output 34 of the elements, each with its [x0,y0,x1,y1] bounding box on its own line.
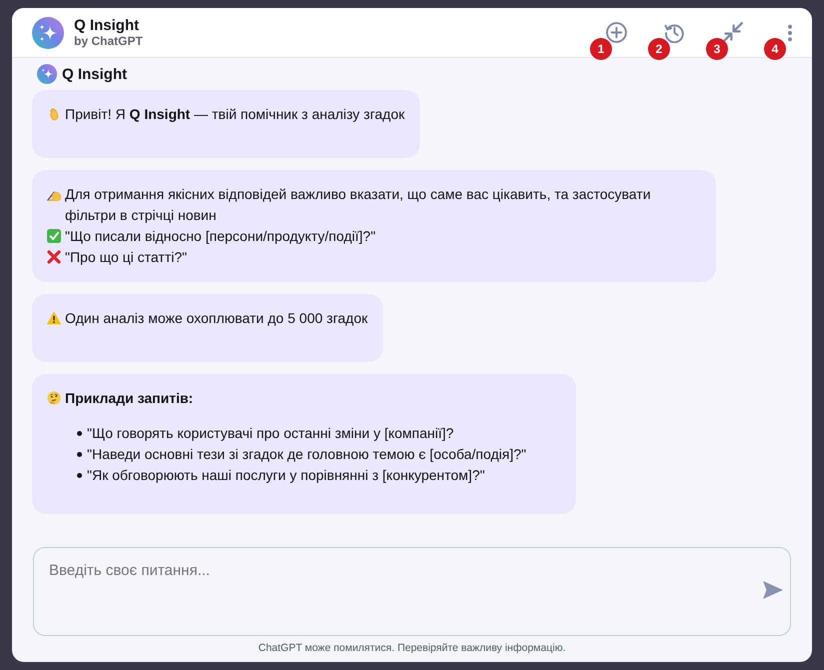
message-text: Для отримання якісних відповідей важливо вказати, що саме вас цікавить, та застосувати фільтри в стрічці новин [65,185,652,225]
app-subtitle: by ChatGPT [74,34,143,48]
check-mark-icon [47,229,61,243]
send-icon [763,581,783,599]
logo-icon [37,64,57,84]
message-text: Приклади запитів: [65,389,194,408]
bullet-icon [77,473,82,478]
callout-marker: 3 [706,38,728,60]
bullet-icon [77,431,82,436]
app-title: Q Insight [74,18,140,34]
example-query: "Як обговорюють наші послуги у порівнянні з [конкурентом]?" [87,466,485,485]
collapse-arrows-icon [722,22,742,43]
callout-marker: 2 [648,38,670,60]
callout-marker: 1 [590,38,612,60]
message-text: Один аналіз може охоплювати до 5 000 згадок [65,309,368,328]
message-text: "Про що ці статті?" [65,248,187,267]
kebab-menu-icon [787,24,793,42]
waving-hand-icon [47,107,61,121]
bullet-icon [77,452,82,457]
example-query: "Що говорять користувачі про останні зміни у [компанії]? [87,424,454,443]
history-icon [664,22,684,43]
question-input[interactable]: Введіть своє питання... [33,547,791,636]
message-text: "Що писали відносно [персони/продукту/події]?" [65,227,376,246]
example-query: "Наведи основні тези зі згадок де головною темою є [особа/подія]?" [87,445,526,464]
callout-marker: 4 [764,38,786,60]
cross-mark-icon [47,250,61,264]
warning-icon [47,311,61,325]
plus-circle-icon [606,22,626,43]
assistant-name: Q Insight [62,66,127,82]
disclaimer-text: ChatGPT може помилятися. Перевіряйте важливу інформацію. [257,641,567,655]
message-text: Привіт! Я Q Insight — твій помічник з аналізу згадок [65,105,405,124]
send-button[interactable] [763,581,783,599]
thinking-face-icon [47,391,61,405]
logo-icon [32,16,64,48]
